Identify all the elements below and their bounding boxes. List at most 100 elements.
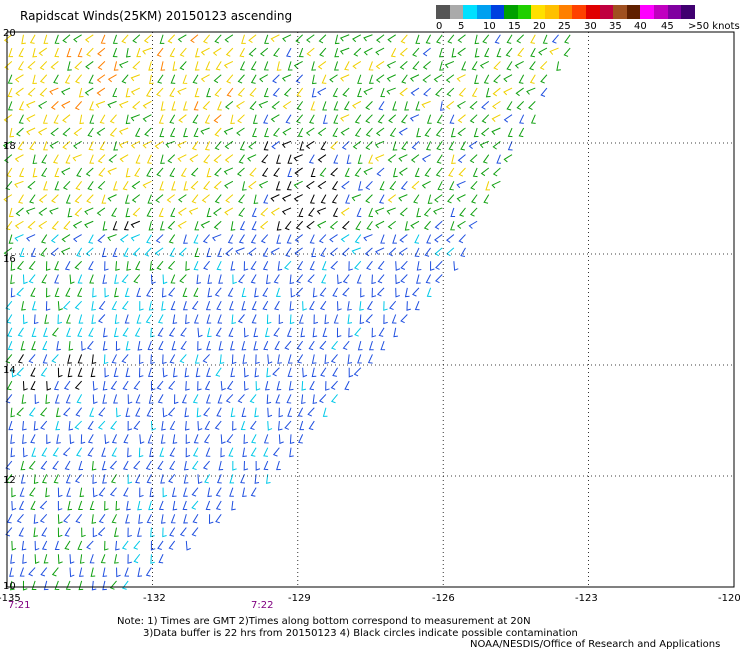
wind-barb [388,114,397,124]
wind-barb [293,60,303,69]
wind-barb [333,314,339,324]
wind-barb [351,194,361,202]
wind-barb [310,101,316,111]
wind-barb [191,527,199,537]
wind-barb [79,487,85,498]
wind-barb [142,180,152,189]
wind-barb [77,540,83,551]
wind-barb [344,380,350,391]
wind-barb [317,180,327,190]
wind-barb [40,407,48,417]
wind-barb [190,34,199,44]
wind-barb [376,287,385,297]
wind-barb [67,61,72,71]
wind-barb [492,87,501,97]
wind-barb [340,207,350,216]
wind-barb [146,154,152,164]
wind-barb [127,554,132,564]
wind-barb [25,207,36,215]
wind-barb [57,367,63,378]
lon-label: -126 [432,593,455,604]
wind-barb [450,221,455,231]
wind-barb [169,127,176,138]
wind-barb [159,181,165,191]
wind-barb [6,514,13,524]
wind-barb [149,74,154,85]
wind-barb [84,220,94,229]
wind-barb [86,540,94,550]
wind-barb [411,140,420,150]
wind-barb [229,341,235,351]
wind-barb [390,47,397,58]
wind-barb [342,340,350,351]
wind-barb [119,154,129,163]
wind-barb [125,114,131,125]
wind-barb [89,101,94,111]
lat-label: 10 [3,581,16,592]
wind-barb [250,74,257,84]
wind-barb [107,74,117,83]
wind-barb [262,260,269,271]
wind-barb [311,247,316,258]
wind-barb [295,287,304,297]
wind-barb [267,407,273,418]
wind-barb [32,47,37,58]
wind-barb [389,180,397,191]
wind-barb [248,180,257,190]
wind-barb [121,74,129,84]
wind-barb [121,34,129,44]
wind-barb [133,380,141,391]
wind-barb [492,140,501,150]
wind-barb [97,61,106,70]
wind-barb [404,287,410,298]
wind-barb [352,100,362,109]
wind-barb [46,434,51,445]
wind-barb [220,447,225,458]
wind-barb [127,421,133,431]
wind-barb [330,354,338,364]
wind-barb [332,287,338,297]
wind-barb [266,314,272,325]
wind-barb [529,74,536,84]
wind-barb [167,407,176,417]
wind-barb [125,48,131,58]
wind-barb [435,274,443,284]
wind-barb [529,61,536,71]
wind-barb [503,87,513,96]
wind-barb [162,407,168,418]
wind-barb [389,300,397,311]
wind-barb [10,407,16,418]
wind-barb [330,380,338,390]
wind-barb [389,127,397,138]
wind-barb [54,167,60,178]
wind-barb [457,114,466,123]
wind-barb [22,447,28,458]
wind-barb [365,140,373,151]
wind-barb [306,47,315,57]
wind-barb [136,47,141,58]
wind-barb [434,194,443,203]
wind-barb [158,114,164,124]
wind-barb [91,301,96,311]
wind-barb [27,61,36,70]
wind-barb [457,47,466,57]
wind-barb [472,167,478,178]
wind-barb [101,247,107,258]
wind-barb [206,207,212,218]
wind-barb [191,460,199,471]
wind-barb [121,300,129,311]
wind-barb [160,101,166,111]
wind-barb [77,287,83,297]
wind-barb [194,247,200,257]
wind-barb [283,87,292,97]
wind-barb [182,287,188,297]
wind-barb [507,127,513,138]
wind-barb [158,500,164,511]
wind-barb [22,421,27,431]
wind-barb [276,460,281,471]
wind-barb [193,261,199,271]
wind-barb [102,341,108,351]
wind-barb [43,181,48,191]
wind-barb [319,167,327,177]
wind-barb [241,341,247,351]
